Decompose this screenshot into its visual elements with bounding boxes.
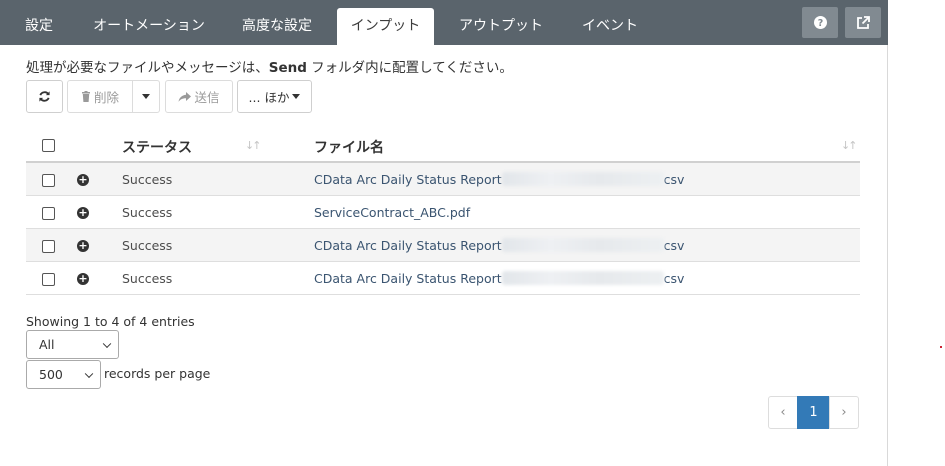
trash-icon bbox=[81, 91, 90, 102]
status-cell: Success bbox=[122, 238, 173, 253]
page-1-button[interactable]: 1 bbox=[797, 396, 830, 429]
filename-link[interactable]: CData Arc Daily Status Report csv bbox=[314, 238, 684, 253]
input-panel: 処理が必要なファイルやメッセージは、Send フォルダ内に配置してください。 削… bbox=[0, 45, 888, 466]
table-row[interactable]: + Success CData Arc Daily Status Report c… bbox=[26, 229, 860, 262]
help-button[interactable]: ? bbox=[802, 7, 838, 38]
expand-plus-icon[interactable]: + bbox=[77, 174, 89, 186]
status-filter-select[interactable]: All bbox=[26, 330, 119, 359]
entries-info: Showing 1 to 4 of 4 entries bbox=[26, 314, 195, 329]
records-per-page-label: records per page bbox=[104, 366, 211, 381]
expand-plus-icon[interactable]: + bbox=[77, 240, 89, 252]
expand-plus-icon[interactable]: + bbox=[77, 207, 89, 219]
send-button[interactable]: 送信 bbox=[165, 80, 233, 113]
status-cell: Success bbox=[122, 271, 173, 286]
redacted-text bbox=[501, 238, 664, 252]
column-header-status[interactable]: ステータス bbox=[122, 137, 192, 157]
delete-button[interactable]: 削除 bbox=[67, 80, 133, 113]
delete-dropdown-button[interactable] bbox=[132, 80, 160, 113]
table-row[interactable]: + Success ServiceContract_ABC.pdf bbox=[26, 196, 860, 229]
pagination: ‹ 1 › bbox=[768, 396, 859, 429]
caret-down-icon bbox=[292, 94, 301, 99]
previous-page-button[interactable]: ‹ bbox=[768, 396, 798, 429]
tab-automation[interactable]: オートメーション bbox=[82, 8, 216, 45]
tab-output[interactable]: アウトプット bbox=[446, 8, 556, 45]
refresh-button[interactable] bbox=[26, 80, 63, 113]
stray-marker bbox=[940, 346, 942, 348]
svg-text:?: ? bbox=[817, 18, 823, 29]
status-cell: Success bbox=[122, 172, 173, 187]
filename-link[interactable]: CData Arc Daily Status Report csv bbox=[314, 172, 684, 187]
select-all-checkbox[interactable] bbox=[42, 139, 55, 152]
files-table: ステータス ↓↑ ファイル名 ↓↑ + Success CData Arc Da… bbox=[26, 128, 860, 295]
tab-bar: 設定 オートメーション 高度な設定 インプット アウトプット イベント ? bbox=[0, 0, 888, 45]
row-checkbox[interactable] bbox=[42, 174, 55, 187]
more-actions-button[interactable]: ... ほか bbox=[237, 80, 312, 113]
chevron-down-icon bbox=[84, 369, 94, 378]
app-window: 設定 オートメーション 高度な設定 インプット アウトプット イベント ? 処理… bbox=[0, 0, 888, 466]
redacted-text bbox=[501, 172, 664, 186]
open-external-button[interactable] bbox=[845, 7, 881, 38]
sort-icon[interactable]: ↓↑ bbox=[841, 139, 858, 152]
table-row[interactable]: + Success CData Arc Daily Status Report c… bbox=[26, 163, 860, 196]
tab-advanced[interactable]: 高度な設定 bbox=[230, 8, 324, 45]
caret-down-icon bbox=[142, 94, 150, 99]
row-checkbox[interactable] bbox=[42, 240, 55, 253]
table-row[interactable]: + Success CData Arc Daily Status Report c… bbox=[26, 262, 860, 295]
redacted-text bbox=[501, 271, 664, 285]
sort-icon[interactable]: ↓↑ bbox=[245, 139, 262, 152]
chevron-down-icon bbox=[102, 339, 112, 348]
status-cell: Success bbox=[122, 205, 173, 220]
table-header: ステータス ↓↑ ファイル名 ↓↑ bbox=[26, 128, 860, 163]
tab-settings[interactable]: 設定 bbox=[14, 8, 64, 45]
row-checkbox[interactable] bbox=[42, 207, 55, 220]
next-page-button[interactable]: › bbox=[829, 396, 859, 429]
filename-link[interactable]: CData Arc Daily Status Report csv bbox=[314, 271, 684, 286]
instruction-text: 処理が必要なファイルやメッセージは、Send フォルダ内に配置してください。 bbox=[26, 60, 513, 76]
external-link-icon bbox=[857, 15, 870, 29]
refresh-icon bbox=[39, 91, 50, 102]
tab-events[interactable]: イベント bbox=[570, 8, 650, 45]
share-arrow-icon bbox=[178, 91, 192, 102]
row-checkbox[interactable] bbox=[42, 273, 55, 286]
tab-input[interactable]: インプット bbox=[337, 8, 434, 45]
question-circle-icon: ? bbox=[813, 16, 827, 29]
filename-link[interactable]: ServiceContract_ABC.pdf bbox=[314, 205, 470, 220]
column-header-filename[interactable]: ファイル名 bbox=[314, 137, 384, 157]
expand-plus-icon[interactable]: + bbox=[77, 273, 89, 285]
page-size-select[interactable]: 500 bbox=[26, 360, 101, 389]
